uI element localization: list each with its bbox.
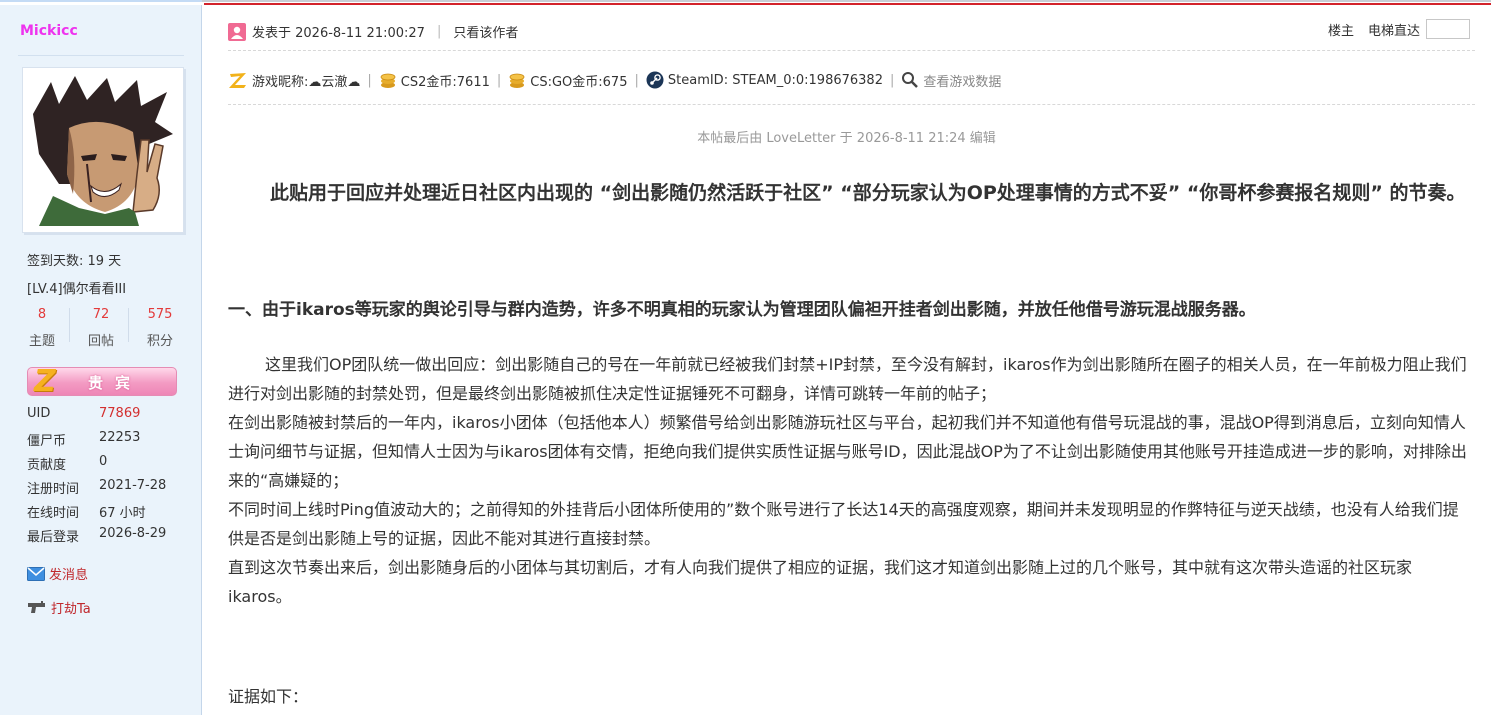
- info-coins-label: 僵尸币: [27, 434, 67, 449]
- paragraph: 这里我们OP团队统一做出回应：剑出影随自己的号在一年前就已经被我们封禁+IP封禁…: [228, 355, 1467, 403]
- coin-stack-icon: [509, 73, 525, 88]
- info-register-value: 2021-7-28: [99, 478, 167, 493]
- send-message-link[interactable]: 发消息: [27, 564, 88, 583]
- edit-notice: 本帖最后由 LoveLetter 于 2026-8-11 21:24 编辑: [697, 131, 996, 146]
- info-online-value: 67 小时: [99, 506, 146, 521]
- info-lastlogin-value: 2026-8-29: [99, 526, 167, 541]
- view-game-data-link[interactable]: 查看游戏数据: [901, 71, 1001, 90]
- stat-separator: [69, 308, 70, 342]
- game-nickname-value: ☁云澈☁: [308, 74, 361, 90]
- jump-floor-input[interactable]: [1426, 19, 1470, 39]
- csgo-coins: CS:GO金币:675: [508, 71, 627, 90]
- info-lastlogin-label: 最后登录: [27, 530, 80, 545]
- floor-bar: 楼主 电梯直达: [1328, 19, 1470, 39]
- stat-replies-label: 回帖: [87, 334, 114, 349]
- paragraph: 直到这次节奏出来后，剑出影随身后的小团体与其切割后，才有人向我们提供了相应的证据…: [228, 558, 1413, 606]
- post-time: 发表于 2026-8-11 21:00:27: [252, 26, 425, 41]
- info-uid-value[interactable]: 77869: [99, 406, 140, 421]
- separator: |: [367, 72, 372, 88]
- rob-user-label: 打劫Ta: [51, 602, 91, 617]
- header-divider: [228, 50, 1475, 51]
- online-author-icon: [228, 22, 246, 41]
- magnifier-icon: [902, 72, 919, 88]
- sidebar-divider: [18, 55, 184, 56]
- game-info-bar: 游戏昵称: ☁云澈☁ | CS2金币:7611 | CS:GO金币:675 |: [228, 69, 1001, 91]
- paragraph: 在剑出影随被封禁后的一年内，ikaros小团体（包括他本人）频繁借号给剑出影随游…: [228, 413, 1467, 490]
- info-contribution-value: 0: [99, 454, 108, 469]
- info-register-label: 注册时间: [27, 482, 80, 497]
- csgo-coins-label: CS:GO金币:675: [530, 74, 628, 90]
- stat-replies-count[interactable]: 72: [81, 307, 121, 322]
- stat-threads-count[interactable]: 8: [22, 307, 62, 322]
- author-name[interactable]: Mickicc: [20, 23, 78, 39]
- stat-points-label: 积分: [146, 334, 173, 349]
- sidebar-top-border: [0, 0, 202, 2]
- game-bar-divider: [228, 104, 1475, 105]
- stat-threads-label: 主题: [28, 334, 55, 349]
- only-author-link[interactable]: 只看该作者: [453, 22, 518, 41]
- steam-id: SteamID: STEAM_0:0:198676382: [646, 71, 883, 89]
- view-game-data-label: 查看游戏数据: [923, 74, 1002, 90]
- info-contribution-label: 贡献度: [27, 458, 67, 473]
- gun-icon: [28, 600, 45, 613]
- evidence-label: 证据如下：: [228, 687, 309, 706]
- post-main: 发表于 2026-8-11 21:00:27 | 只看该作者 楼主 电梯直达 游…: [202, 5, 1491, 715]
- separator: |: [436, 24, 442, 39]
- send-message-label: 发消息: [49, 568, 89, 583]
- steam-id-label: SteamID: STEAM_0:0:198676382: [667, 72, 883, 88]
- author-sidebar: Mickicc 签到天数: 19 天 [LV.4]偶尔看看III 8 主题 72…: [0, 5, 202, 715]
- vip-badge[interactable]: Z 贵宾: [27, 364, 177, 399]
- rob-user-link[interactable]: 打劫Ta: [27, 598, 91, 617]
- separator: |: [889, 72, 895, 88]
- steam-icon: [646, 71, 664, 89]
- post-info-bar: 发表于 2026-8-11 21:00:27 | 只看该作者: [228, 22, 518, 41]
- cs2-coins: CS2金币:7611: [379, 71, 490, 90]
- stat-points-count[interactable]: 575: [140, 307, 180, 322]
- floor-label[interactable]: 楼主: [1328, 20, 1354, 39]
- post-body: 这里我们OP团队统一做出回应：剑出影随自己的号在一年前就已经被我们封禁+IP封禁…: [228, 350, 1474, 611]
- avatar-image: [29, 74, 177, 226]
- cs2-coins-label: CS2金币:7611: [400, 74, 490, 90]
- game-nickname-label: 游戏昵称:: [252, 74, 309, 90]
- vip-z-icon: Z: [34, 364, 56, 399]
- post-intro: 此贴用于回应并处理近日社区内出现的 “剑出影随仍然活跃于社区” “部分玩家认为O…: [270, 182, 1466, 204]
- separator: |: [634, 72, 639, 88]
- sign-days: 签到天数: 19 天: [27, 254, 122, 269]
- jump-floor-label: 电梯直达: [1367, 23, 1420, 39]
- avatar[interactable]: [22, 67, 184, 233]
- envelope-icon: [27, 566, 45, 581]
- info-online-label: 在线时间: [27, 506, 80, 521]
- coin-stack-icon: [380, 73, 396, 88]
- user-level[interactable]: [LV.4]偶尔看看III: [27, 278, 126, 297]
- separator: |: [496, 72, 502, 88]
- section-heading-1: 一、由于ikaros等玩家的舆论引导与群内造势，许多不明真相的玩家认为管理团队偏…: [228, 300, 1256, 320]
- paragraph: 不同时间上线时Ping值波动大的；之前得知的外挂背后小团体所使用的”数个账号进行…: [228, 500, 1459, 548]
- main-top-border: [202, 0, 1491, 2]
- z-logo-icon: [229, 73, 246, 88]
- game-nickname: 游戏昵称: ☁云澈☁: [228, 71, 360, 90]
- info-coins-value: 22253: [99, 430, 141, 445]
- vip-badge-label: 贵宾: [88, 374, 143, 392]
- info-uid-label: UID: [27, 406, 51, 421]
- stat-separator: [128, 308, 129, 342]
